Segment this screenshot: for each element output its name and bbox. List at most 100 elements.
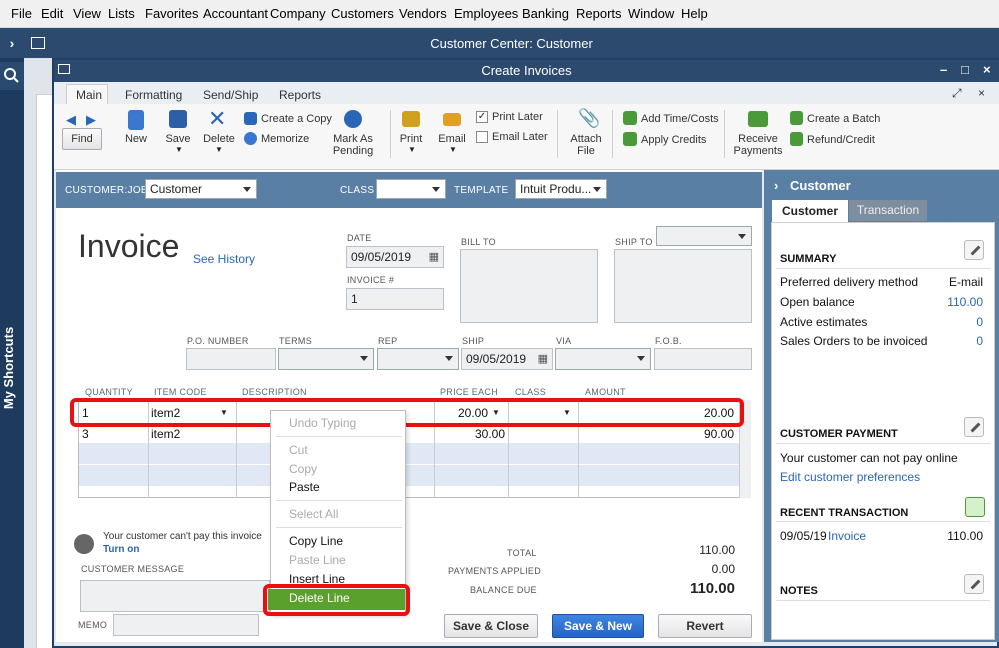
- pending-check-icon[interactable]: [344, 110, 362, 128]
- via-dropdown[interactable]: [555, 348, 651, 370]
- minimize-icon[interactable]: –: [940, 62, 947, 77]
- date-field[interactable]: 09/05/2019 ▦: [346, 246, 444, 268]
- edit-preferences-link[interactable]: Edit customer preferences: [780, 470, 920, 484]
- memo-field[interactable]: [113, 614, 259, 636]
- tab-reports[interactable]: Reports: [279, 88, 321, 102]
- customer-job-dropdown[interactable]: Customer: [145, 179, 257, 199]
- ship-to-dropdown[interactable]: [656, 226, 752, 246]
- tab-main[interactable]: Main: [76, 88, 102, 102]
- ship-date-field[interactable]: 09/05/2019 ▦: [461, 348, 553, 370]
- expand-chevron-icon[interactable]: ›: [0, 28, 24, 58]
- chevron-down-icon[interactable]: ▼: [449, 145, 457, 154]
- edit-pencil-icon[interactable]: [964, 240, 984, 260]
- edit-pencil-icon[interactable]: [964, 417, 984, 437]
- open-balance-link[interactable]: 110.00: [920, 295, 983, 309]
- paperclip-icon[interactable]: 📎: [578, 108, 600, 129]
- rep-dropdown[interactable]: [377, 348, 459, 370]
- refund-credit-button[interactable]: Refund/Credit: [807, 134, 875, 146]
- prev-arrow-icon[interactable]: ◀: [66, 112, 76, 128]
- row2-price[interactable]: 30.00: [440, 427, 505, 441]
- menu-favorites[interactable]: Favorites: [145, 6, 198, 21]
- add-time-costs-button[interactable]: Add Time/Costs: [641, 113, 719, 125]
- menu-paste-line[interactable]: Paste Line: [289, 553, 346, 567]
- row2-item[interactable]: item2: [151, 427, 180, 441]
- mark-as-pending-button[interactable]: Mark As Pending: [326, 133, 380, 157]
- expand-icon[interactable]: ⤢: [952, 86, 962, 101]
- see-history-link[interactable]: See History: [193, 252, 255, 266]
- chevron-down-icon[interactable]: ▼: [175, 145, 183, 154]
- print-later-checkbox[interactable]: ✓: [476, 111, 488, 123]
- menu-view[interactable]: View: [73, 6, 101, 21]
- menu-lists[interactable]: Lists: [108, 6, 135, 21]
- chevron-down-icon[interactable]: ▼: [408, 145, 416, 154]
- delete-button[interactable]: Delete: [200, 133, 238, 145]
- create-copy-button[interactable]: Create a Copy: [261, 113, 332, 125]
- menu-reports[interactable]: Reports: [576, 6, 622, 21]
- menu-employees[interactable]: Employees: [454, 6, 518, 21]
- menu-window[interactable]: Window: [628, 6, 674, 21]
- shortcuts-label[interactable]: My Shortcuts: [1, 313, 21, 423]
- menu-edit[interactable]: Edit: [41, 6, 63, 21]
- calendar-icon[interactable]: ▦: [538, 352, 548, 365]
- chevron-down-icon[interactable]: ▼: [215, 145, 223, 154]
- search-icon[interactable]: [0, 62, 24, 90]
- report-icon[interactable]: [965, 497, 985, 517]
- terms-dropdown[interactable]: [278, 348, 374, 370]
- customer-message-field[interactable]: [80, 580, 270, 612]
- receive-payments-icon[interactable]: [748, 111, 768, 127]
- edit-pencil-icon[interactable]: [964, 574, 984, 594]
- recent-invoice-link[interactable]: Invoice: [828, 529, 866, 543]
- class-dropdown[interactable]: [376, 179, 446, 199]
- save-icon[interactable]: [169, 110, 187, 128]
- email-later-checkbox[interactable]: [476, 131, 488, 143]
- menu-paste[interactable]: Paste: [289, 480, 320, 494]
- tab-send-ship[interactable]: Send/Ship: [203, 88, 258, 102]
- email-button[interactable]: Email: [436, 133, 468, 145]
- new-button[interactable]: New: [120, 133, 152, 145]
- create-batch-button[interactable]: Create a Batch: [807, 113, 880, 125]
- po-number-field[interactable]: [186, 348, 276, 370]
- menu-customers[interactable]: Customers: [331, 6, 394, 21]
- menu-company[interactable]: Company: [270, 6, 326, 21]
- menu-copy[interactable]: Copy: [289, 462, 317, 476]
- menu-help[interactable]: Help: [681, 6, 708, 21]
- tab-transaction[interactable]: Transaction: [849, 200, 927, 221]
- menu-accountant[interactable]: Accountant: [203, 6, 268, 21]
- apply-credits-button[interactable]: Apply Credits: [641, 134, 706, 146]
- row2-amount[interactable]: 90.00: [600, 427, 734, 441]
- menu-undo-typing[interactable]: Undo Typing: [289, 416, 356, 430]
- save-button[interactable]: Save: [160, 133, 196, 145]
- ship-to-field[interactable]: [614, 249, 752, 323]
- template-dropdown[interactable]: Intuit Produ...: [515, 179, 607, 199]
- menu-cut[interactable]: Cut: [289, 443, 308, 457]
- tab-formatting[interactable]: Formatting: [125, 88, 182, 102]
- next-arrow-icon[interactable]: ▶: [86, 112, 96, 128]
- menu-file[interactable]: File: [11, 6, 32, 21]
- active-estimates-link[interactable]: 0: [920, 315, 983, 329]
- delete-icon[interactable]: ✕: [208, 106, 226, 132]
- row2-qty[interactable]: 3: [82, 427, 89, 441]
- close-icon[interactable]: ×: [978, 86, 985, 100]
- bill-to-field[interactable]: [460, 249, 598, 323]
- memorize-button[interactable]: Memorize: [261, 133, 309, 145]
- menu-select-all[interactable]: Select All: [289, 507, 338, 521]
- sidebar-collapse-icon[interactable]: ›: [774, 178, 778, 193]
- save-new-button[interactable]: Save & New: [552, 614, 644, 638]
- email-icon[interactable]: [443, 113, 461, 126]
- save-close-button[interactable]: Save & Close: [444, 614, 538, 638]
- sales-orders-link[interactable]: 0: [920, 334, 983, 348]
- invoice-number-field[interactable]: 1: [346, 288, 444, 310]
- revert-button[interactable]: Revert: [658, 614, 752, 638]
- attach-file-button[interactable]: Attach File: [566, 133, 606, 157]
- receive-payments-button[interactable]: Receive Payments: [730, 133, 786, 157]
- print-button[interactable]: Print: [396, 133, 426, 145]
- maximize-icon[interactable]: □: [961, 62, 969, 77]
- tab-customer[interactable]: Customer: [772, 200, 848, 223]
- close-icon[interactable]: ×: [983, 62, 991, 77]
- menu-banking[interactable]: Banking: [522, 6, 569, 21]
- new-icon[interactable]: [128, 110, 144, 130]
- menu-vendors[interactable]: Vendors: [399, 6, 447, 21]
- calendar-icon[interactable]: ▦: [429, 250, 439, 263]
- turn-on-link[interactable]: Turn on: [103, 544, 139, 555]
- print-icon[interactable]: [402, 111, 420, 127]
